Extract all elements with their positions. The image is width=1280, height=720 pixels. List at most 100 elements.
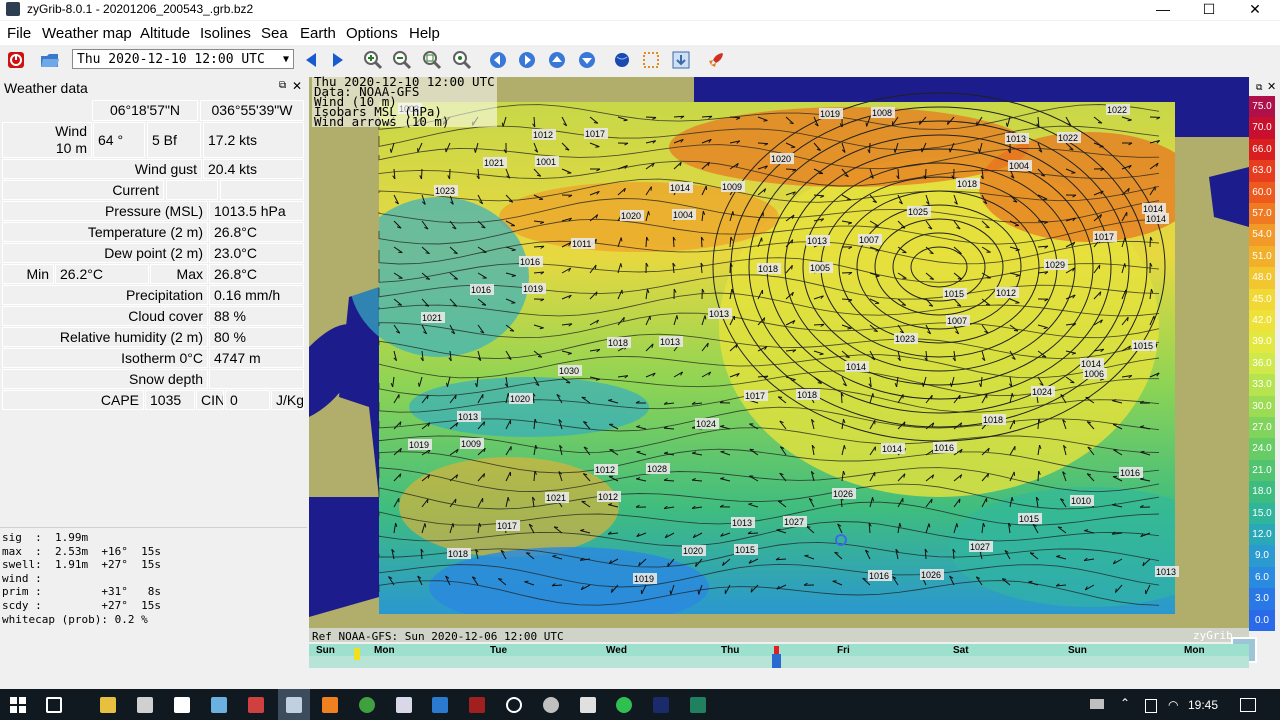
isobar-label: 1021	[484, 158, 504, 168]
panel-close-icon[interactable]: ✕	[292, 79, 302, 93]
vlc-icon[interactable]	[322, 697, 338, 713]
scale-label: 12.0	[1249, 524, 1275, 546]
cloud-cover-value: 88 %	[209, 306, 304, 326]
isobar-label: 1026	[921, 570, 941, 580]
zoom-out-icon[interactable]	[391, 50, 413, 70]
chevron-up-icon[interactable]: ⌃	[1120, 696, 1130, 710]
isobar-label: 1004	[673, 210, 693, 220]
whatsapp-icon[interactable]	[616, 697, 632, 713]
zygrib-taskbar-icon[interactable]	[286, 697, 302, 713]
menu-weather-map[interactable]: Weather map	[42, 25, 132, 42]
taskbar	[0, 689, 1280, 720]
zoom-in-icon[interactable]	[362, 50, 384, 70]
arrow-right-icon[interactable]	[516, 50, 538, 70]
open-folder-icon[interactable]	[39, 50, 61, 70]
app-icon-5[interactable]	[248, 697, 264, 713]
isobar-label: 1016	[869, 571, 889, 581]
next-date-icon[interactable]	[327, 50, 349, 70]
app-icon-11[interactable]	[469, 697, 485, 713]
timeline-day: Sun	[1068, 645, 1087, 656]
current-label: Current	[2, 180, 164, 200]
zoom-all-icon[interactable]	[451, 50, 473, 70]
arrow-up-icon[interactable]	[546, 50, 568, 70]
isobar-label: 1012	[533, 130, 553, 140]
isobar-label: 1014	[882, 444, 902, 454]
app-icon-10[interactable]	[432, 697, 448, 713]
menu-help[interactable]: Help	[409, 25, 440, 42]
calculator-icon[interactable]	[137, 697, 153, 713]
isobar-label: 1008	[872, 108, 892, 118]
isobar-label: 1020	[683, 546, 703, 556]
chrome-icon[interactable]	[359, 697, 375, 713]
app-icon-14[interactable]	[580, 697, 596, 713]
settings-gear-icon[interactable]	[543, 697, 559, 713]
isobar-label: 1010	[1071, 496, 1091, 506]
menu-isolines[interactable]: Isolines	[200, 25, 251, 42]
notifications-icon[interactable]	[1240, 698, 1256, 712]
scale-label: 33.0	[1249, 374, 1275, 396]
isobar-label: 1021	[422, 313, 442, 323]
isobar-label: 1015	[1019, 514, 1039, 524]
scale-label: 45.0	[1249, 288, 1275, 310]
isobar-label: 1018	[448, 549, 468, 559]
device-icon[interactable]	[1145, 699, 1157, 713]
cin-value: 0	[225, 390, 270, 410]
isobar-label: 1011	[572, 239, 591, 249]
weather-map-canvas[interactable]: 1003100110041005100710061009101210151008…	[309, 77, 1249, 640]
scale-label: 75.0	[1249, 96, 1275, 118]
scale-undock-icon[interactable]: ⧉	[1256, 82, 1262, 93]
isobar-label: 1006	[1084, 369, 1104, 379]
download-grib-icon[interactable]	[670, 50, 692, 70]
camera-icon[interactable]	[174, 697, 190, 713]
scale-label: 36.0	[1249, 352, 1275, 375]
pressure-label: Pressure (MSL)	[2, 201, 208, 221]
app-icon-12[interactable]	[506, 697, 522, 713]
timeline-day: Thu	[721, 645, 740, 656]
reference-date: Ref NOAA-GFS: Sun 2020-12-06 12:00 UTC	[312, 630, 564, 643]
app-icon-9[interactable]	[396, 697, 412, 713]
close-button[interactable]: ✕	[1232, 0, 1278, 20]
app-icon-4[interactable]	[211, 697, 227, 713]
weather-map[interactable]: 1003100110041005100710061009101210151008…	[309, 77, 1249, 640]
wind-speed: 17.2 kts	[203, 122, 304, 158]
scale-label: 27.0	[1249, 417, 1275, 439]
prev-date-icon[interactable]	[300, 50, 322, 70]
color-scale: 75.0 70.0 66.0 63.0 60.0 57.0 54.0 51.0 48.0 45.0…	[1249, 96, 1275, 652]
quit-icon[interactable]	[5, 50, 27, 70]
minimize-button[interactable]: —	[1140, 0, 1186, 20]
file-explorer-icon[interactable]	[100, 697, 116, 713]
scale-label: 48.0	[1249, 267, 1275, 289]
arrow-left-icon[interactable]	[487, 50, 509, 70]
isobar-label: 1018	[758, 264, 778, 274]
scale-label: 57.0	[1249, 203, 1275, 225]
isobar-label: 1015	[944, 289, 964, 299]
menu-file[interactable]: File	[7, 25, 31, 42]
timeline-handle[interactable]	[772, 654, 781, 668]
menu-options[interactable]: Options	[346, 25, 398, 42]
maximize-button[interactable]: ☐	[1186, 0, 1232, 20]
zoom-area-icon[interactable]	[421, 50, 443, 70]
undock-icon[interactable]: ⧉	[279, 80, 286, 91]
date-select[interactable]: Thu 2020-12-10 12:00 UTC ▼	[72, 49, 294, 69]
task-view-icon[interactable]	[46, 697, 62, 713]
scale-label: 70.0	[1249, 117, 1275, 139]
select-area-icon[interactable]	[640, 50, 662, 70]
windows-start-icon[interactable]	[10, 697, 26, 716]
wifi-icon[interactable]: ◠	[1168, 698, 1178, 712]
scale-close-icon[interactable]: ✕	[1267, 80, 1276, 93]
clock[interactable]: 19:45	[1188, 698, 1218, 712]
arrow-down-icon[interactable]	[576, 50, 598, 70]
isobar-label: 1013	[807, 236, 827, 246]
rocket-icon[interactable]	[705, 50, 727, 70]
battery-icon[interactable]	[1090, 699, 1104, 709]
menu-altitude[interactable]: Altitude	[140, 25, 190, 42]
isobar-label: 1017	[745, 391, 765, 401]
menu-sea[interactable]: Sea	[261, 25, 288, 42]
menu-earth[interactable]: Earth	[300, 25, 336, 42]
scale-label: 24.0	[1249, 438, 1275, 460]
scale-label: 9.0	[1249, 545, 1275, 567]
humidity-label: Relative humidity (2 m)	[2, 327, 208, 347]
globe-icon[interactable]	[611, 50, 633, 70]
app-icon-17[interactable]	[690, 697, 706, 713]
photoshop-icon[interactable]	[653, 697, 669, 713]
